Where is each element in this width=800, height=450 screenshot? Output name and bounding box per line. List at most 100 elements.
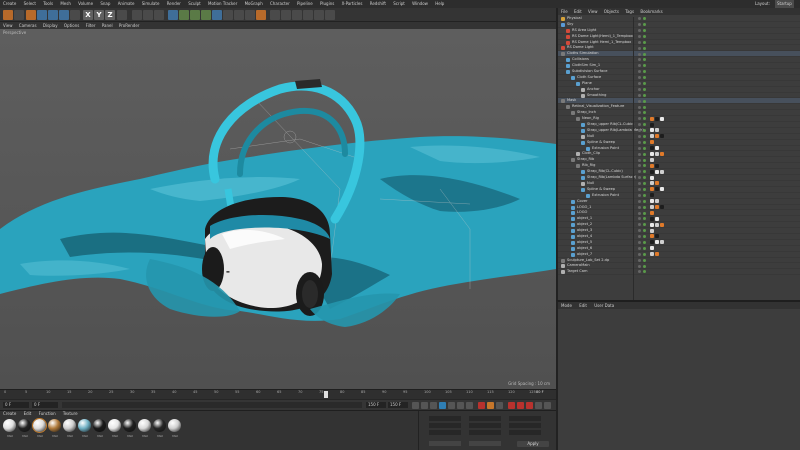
position-z-field[interactable] — [429, 430, 461, 435]
size-mode-dropdown[interactable] — [469, 441, 501, 446]
material-tag-icon[interactable] — [650, 140, 654, 145]
auto-key-icon[interactable] — [487, 402, 494, 409]
key-position-icon[interactable] — [508, 402, 515, 409]
visibility-editor-dot[interactable] — [638, 246, 641, 250]
object-menu-bookmarks[interactable]: Bookmarks — [640, 9, 662, 14]
snap-icon[interactable] — [314, 10, 324, 20]
visibility-editor-dot[interactable] — [638, 52, 641, 56]
rotate-icon[interactable] — [59, 10, 69, 20]
enabled-check[interactable] — [643, 158, 646, 162]
material-swatch[interactable] — [48, 419, 61, 432]
visibility-editor-dot[interactable] — [638, 76, 641, 80]
menu-help[interactable]: Help — [435, 1, 444, 6]
material-tag-icon[interactable] — [660, 169, 664, 174]
key-selection-icon[interactable] — [496, 402, 503, 409]
visibility-editor-dot[interactable] — [638, 205, 641, 209]
floor-icon[interactable] — [234, 10, 244, 20]
material-tag-icon[interactable] — [650, 175, 654, 180]
menu-plugins[interactable]: Plugins — [320, 1, 334, 6]
live-selection-icon[interactable] — [26, 10, 36, 20]
menu-animate[interactable]: Animate — [118, 1, 135, 6]
material-tag-icon[interactable] — [650, 134, 654, 139]
key-param-icon[interactable] — [535, 402, 542, 409]
enabled-check[interactable] — [643, 81, 646, 85]
attribute-menu-mode[interactable]: Mode — [561, 303, 572, 308]
visibility-editor-dot[interactable] — [638, 211, 641, 215]
material-tag-icon[interactable] — [660, 205, 664, 209]
rotation-b-field[interactable] — [509, 430, 541, 435]
visibility-editor-dot[interactable] — [638, 264, 641, 268]
material-tag-icon[interactable] — [650, 228, 654, 233]
viewport-menu-prorender[interactable]: ProRender — [119, 23, 140, 28]
material-swatch[interactable] — [93, 419, 106, 432]
enabled-check[interactable] — [643, 17, 646, 21]
visibility-editor-dot[interactable] — [638, 117, 641, 121]
enabled-check[interactable] — [643, 152, 646, 156]
visibility-editor-dot[interactable] — [638, 223, 641, 227]
position-x-field[interactable] — [429, 416, 461, 421]
enabled-check[interactable] — [643, 205, 646, 209]
visibility-editor-dot[interactable] — [638, 34, 641, 38]
viewport-menu-cameras[interactable]: Cameras — [19, 23, 37, 28]
material-tag-icon[interactable] — [650, 222, 654, 227]
size-z-field[interactable] — [469, 430, 501, 435]
material-tag-icon[interactable] — [655, 169, 659, 174]
visibility-editor-dot[interactable] — [638, 111, 641, 115]
material-tag-icon[interactable] — [650, 151, 654, 156]
material-menu-create[interactable]: Create — [3, 411, 16, 416]
object-row[interactable]: Target Cam — [558, 269, 800, 276]
menu-pipeline[interactable]: Pipeline — [297, 1, 313, 6]
menu-mograph[interactable]: MoGraph — [245, 1, 263, 6]
menu-character[interactable]: Character — [270, 1, 290, 6]
viewport-menu-display[interactable]: Display — [43, 23, 58, 28]
move-icon[interactable] — [37, 10, 47, 20]
material-tag-icon[interactable] — [650, 169, 654, 174]
material-tag-icon[interactable] — [660, 187, 664, 192]
material-tag-icon[interactable] — [655, 134, 659, 139]
material-tag-icon[interactable] — [655, 146, 659, 151]
polygon-mode-icon[interactable] — [270, 10, 280, 20]
array-icon[interactable] — [201, 10, 211, 20]
material-tag-icon[interactable] — [655, 116, 659, 121]
material-swatch[interactable] — [108, 419, 121, 432]
render-picture-viewer-icon[interactable] — [143, 10, 153, 20]
cube-icon[interactable] — [168, 10, 178, 20]
recent-tools-icon[interactable] — [70, 10, 80, 20]
attribute-menu-edit[interactable]: Edit — [579, 303, 587, 308]
enabled-check[interactable] — [643, 28, 646, 32]
material-tag-icon[interactable] — [655, 199, 659, 204]
visibility-editor-dot[interactable] — [638, 123, 641, 127]
material-tag-icon[interactable] — [650, 246, 654, 251]
enabled-check[interactable] — [643, 76, 646, 80]
enabled-check[interactable] — [643, 211, 646, 215]
visibility-editor-dot[interactable] — [638, 140, 641, 144]
coordinate-system-icon[interactable] — [117, 10, 127, 20]
object-menu-view[interactable]: View — [588, 9, 598, 14]
enabled-check[interactable] — [643, 123, 646, 127]
material-tag-icon[interactable] — [650, 181, 654, 186]
visibility-editor-dot[interactable] — [638, 241, 641, 245]
visibility-editor-dot[interactable] — [638, 93, 641, 97]
enabled-check[interactable] — [643, 117, 646, 121]
3d-viewport[interactable]: Perspective ▬ Grid Spacing: 10 cm — [0, 29, 556, 389]
visibility-editor-dot[interactable] — [638, 188, 641, 192]
visibility-editor-dot[interactable] — [638, 64, 641, 68]
material-tag-icon[interactable] — [655, 234, 659, 239]
material-tag-icon[interactable] — [650, 199, 654, 204]
render-settings-icon[interactable] — [154, 10, 164, 20]
menu-redshift[interactable]: Redshift — [370, 1, 386, 6]
visibility-editor-dot[interactable] — [638, 46, 641, 50]
menu-create[interactable]: Create — [3, 1, 16, 6]
play-icon[interactable] — [439, 402, 446, 409]
material-swatch[interactable] — [63, 419, 76, 432]
menu-mesh[interactable]: Mesh — [60, 1, 71, 6]
preview-end-field[interactable]: 150 F — [366, 402, 386, 408]
material-tag-icon[interactable] — [660, 222, 664, 227]
material-tag-icon[interactable] — [655, 187, 659, 192]
timeline-playhead[interactable] — [324, 391, 328, 398]
visibility-editor-dot[interactable] — [638, 135, 641, 138]
material-tag-icon[interactable] — [650, 240, 654, 245]
size-x-field[interactable] — [469, 416, 501, 421]
camera-icon[interactable] — [245, 10, 255, 20]
layout-dropdown[interactable]: Startup — [775, 0, 794, 8]
